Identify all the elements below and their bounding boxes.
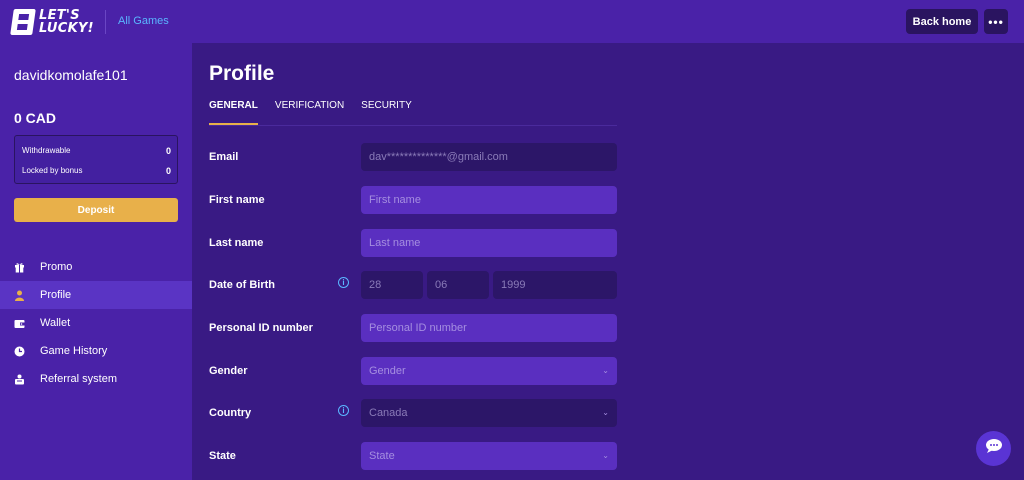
chevron-down-icon: ⌄ xyxy=(602,451,609,460)
sidebar: davidkomolafe101 0 CAD Withdrawable 0 Lo… xyxy=(0,43,192,480)
sidebar-item-promo[interactable]: Promo xyxy=(0,253,192,281)
username: davidkomolafe101 xyxy=(14,67,128,83)
gender-select-value: Gender xyxy=(369,365,406,377)
profile-tabs: GENERAL VERIFICATION SECURITY xyxy=(209,100,429,125)
user-icon xyxy=(14,290,25,301)
back-home-button[interactable]: Back home xyxy=(906,9,978,34)
wallet-icon xyxy=(14,318,25,329)
state-select[interactable]: State ⌄ xyxy=(361,442,617,470)
dob-label: Date of Birth xyxy=(209,279,275,291)
gift-icon xyxy=(14,262,25,273)
locked-value: 0 xyxy=(165,166,171,176)
withdrawable-row: Withdrawable 0 xyxy=(22,146,171,156)
dob-year-field: 1999 xyxy=(493,271,617,299)
tab-general[interactable]: GENERAL xyxy=(209,100,258,125)
gender-label: Gender xyxy=(209,365,248,377)
email-row: Email dav**************@gmail.com xyxy=(209,143,619,171)
first-name-row: First name First name xyxy=(209,186,619,214)
locked-label: Locked by bonus xyxy=(22,166,83,175)
dob-row: Date of Birth i 28 06 1999 xyxy=(209,271,619,299)
tab-security[interactable]: SECURITY xyxy=(361,100,412,125)
more-options-button[interactable]: ••• xyxy=(984,9,1008,34)
withdrawable-label: Withdrawable xyxy=(22,146,71,155)
withdrawable-value: 0 xyxy=(165,146,171,156)
sidebar-item-label: Wallet xyxy=(40,317,71,329)
sidebar-item-wallet[interactable]: Wallet xyxy=(0,309,192,337)
tab-verification[interactable]: VERIFICATION xyxy=(275,100,344,125)
referral-icon xyxy=(14,374,25,385)
sidebar-item-label: Game History xyxy=(40,345,108,357)
sidebar-item-label: Promo xyxy=(40,261,73,273)
sidebar-item-referral[interactable]: Referral system xyxy=(0,365,192,393)
gender-row: Gender Gender ⌄ xyxy=(209,357,619,385)
locked-row: Locked by bonus 0 xyxy=(22,166,171,176)
state-label: State xyxy=(209,450,236,462)
gender-select[interactable]: Gender ⌄ xyxy=(361,357,617,385)
dob-month-field: 06 xyxy=(427,271,489,299)
logo-mark-icon xyxy=(10,9,36,35)
email-label: Email xyxy=(209,151,239,163)
email-field: dav**************@gmail.com xyxy=(361,143,617,171)
chat-support-button[interactable] xyxy=(976,431,1011,466)
personal-id-label: Personal ID number xyxy=(209,322,313,334)
logo-text: LET'S LUCKY! xyxy=(39,9,94,35)
all-games-link[interactable]: All Games xyxy=(118,15,169,27)
sidebar-item-game-history[interactable]: Game History xyxy=(0,337,192,365)
first-name-label: First name xyxy=(209,194,265,206)
deposit-button[interactable]: Deposit xyxy=(14,198,178,222)
logo[interactable]: LET'S LUCKY! xyxy=(10,4,94,40)
info-icon[interactable]: i xyxy=(338,405,349,416)
country-select-value: Canada xyxy=(369,407,408,419)
last-name-input[interactable]: Last name xyxy=(361,229,617,257)
country-row: Country i Canada ⌄ xyxy=(209,399,619,427)
first-name-input[interactable]: First name xyxy=(361,186,617,214)
sidebar-item-profile[interactable]: Profile xyxy=(0,281,192,309)
personal-id-row: Personal ID number Personal ID number xyxy=(209,314,619,342)
last-name-label: Last name xyxy=(209,237,264,249)
clock-icon xyxy=(14,346,25,357)
sidebar-nav: Promo Profile Wallet Game History Referr… xyxy=(0,253,192,393)
balance: 0 CAD xyxy=(14,110,57,126)
state-select-value: State xyxy=(369,450,395,462)
last-name-row: Last name Last name xyxy=(209,229,619,257)
chat-icon xyxy=(985,438,1003,459)
chevron-down-icon: ⌄ xyxy=(602,408,609,417)
balance-breakdown: Withdrawable 0 Locked by bonus 0 xyxy=(14,135,178,184)
main-content: Profile GENERAL VERIFICATION SECURITY Em… xyxy=(192,43,1024,480)
logo-text-line2: LUCKY! xyxy=(39,21,94,36)
tabs-divider xyxy=(209,125,617,126)
header-divider xyxy=(105,10,106,34)
info-icon[interactable]: i xyxy=(338,277,349,288)
sidebar-item-label: Profile xyxy=(40,289,72,301)
state-row: State State ⌄ xyxy=(209,442,619,470)
sidebar-item-label: Referral system xyxy=(40,373,118,385)
chevron-down-icon: ⌄ xyxy=(602,366,609,375)
personal-id-input[interactable]: Personal ID number xyxy=(361,314,617,342)
dob-day-field: 28 xyxy=(361,271,423,299)
country-select: Canada ⌄ xyxy=(361,399,617,427)
country-label: Country xyxy=(209,407,252,419)
top-bar: LET'S LUCKY! All Games Back home ••• xyxy=(0,0,1024,43)
page-title: Profile xyxy=(209,62,275,85)
